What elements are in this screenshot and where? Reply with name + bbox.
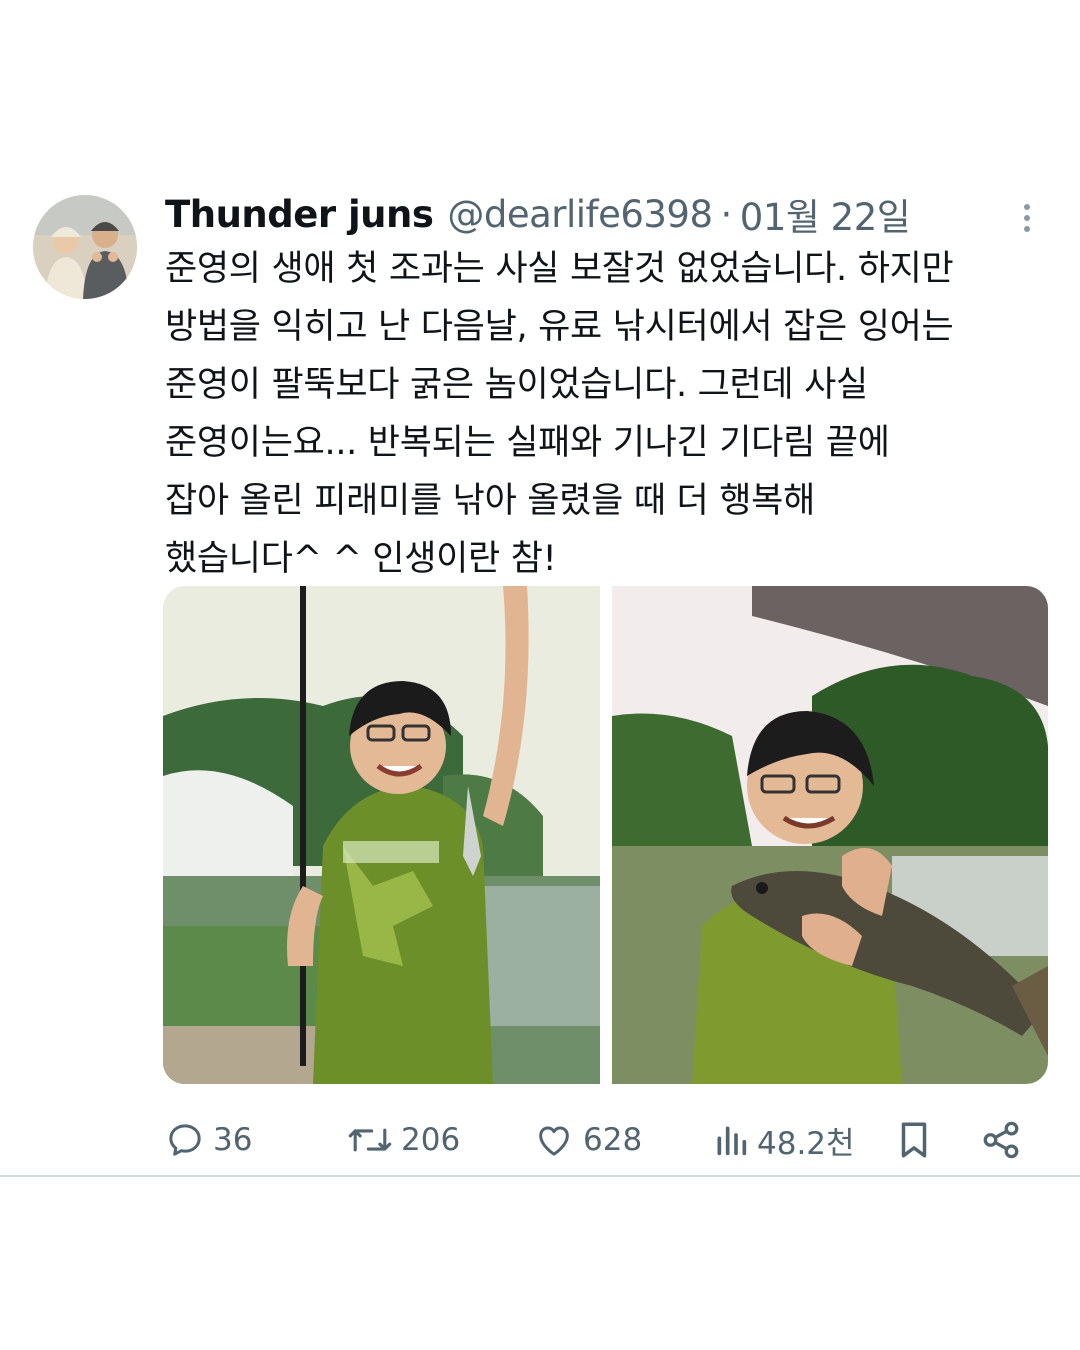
reply-icon [165, 1120, 205, 1160]
reply-count: 36 [213, 1122, 253, 1158]
tweet-text-line: 준영이 팔뚝보다 굵은 놈이었습니다. 그런데 사실 [165, 365, 868, 405]
media-grid [163, 586, 1048, 1084]
tweet-header: Thunder juns @dearlife6398 · 01월 22일 [165, 187, 911, 241]
views-button[interactable]: 48.2천 [713, 1118, 855, 1163]
share-icon [980, 1119, 1022, 1161]
like-icon [533, 1120, 575, 1160]
avatar[interactable] [33, 195, 137, 299]
like-count: 628 [583, 1122, 643, 1158]
photo-boy-with-rod[interactable] [163, 586, 600, 1084]
tweet-text: 준영의 생애 첫 조과는 사실 보잘것 없었습니다. 하지만 방법을 익히고 난… [165, 240, 1055, 588]
retweet-count: 206 [401, 1122, 461, 1158]
tweet-text-line: 준영의 생애 첫 조과는 사실 보잘것 없었습니다. 하지만 [165, 249, 954, 289]
retweet-icon [347, 1120, 393, 1160]
view-count: 48.2천 [757, 1125, 855, 1162]
reply-button[interactable]: 36 [165, 1120, 252, 1160]
tweet-text-line: 잡아 올린 피래미를 낚아 올렸을 때 더 행복해 [165, 481, 815, 521]
header-separator: · [720, 192, 733, 236]
views-icon [713, 1120, 749, 1160]
tweet[interactable]: Thunder juns @dearlife6398 · 01월 22일 준영의… [0, 0, 1080, 1175]
tweet-actions: 36 206 628 48.2천 [165, 1112, 1035, 1168]
tweet-text-line: 했습니다^ ^ 인생이란 참! [165, 539, 557, 579]
bookmark-icon [895, 1119, 933, 1161]
divider [0, 1175, 1080, 1177]
bookmark-button[interactable] [895, 1119, 933, 1161]
tweet-text-line: 방법을 익히고 난 다음날, 유료 낚시터에서 잡은 잉어는 [165, 307, 954, 347]
share-button[interactable] [980, 1119, 1022, 1161]
like-button[interactable]: 628 [533, 1120, 642, 1160]
user-handle[interactable]: @dearlife6398 [447, 193, 713, 236]
post-date[interactable]: 01월 22일 [740, 187, 911, 241]
tweet-text-line: 준영이는요... 반복되는 실패와 기나긴 기다림 끝에 [165, 423, 890, 463]
photo-boy-with-carp[interactable] [611, 586, 1049, 1084]
retweet-button[interactable]: 206 [347, 1120, 460, 1160]
more-icon[interactable] [1010, 200, 1044, 236]
display-name[interactable]: Thunder juns [165, 193, 434, 236]
